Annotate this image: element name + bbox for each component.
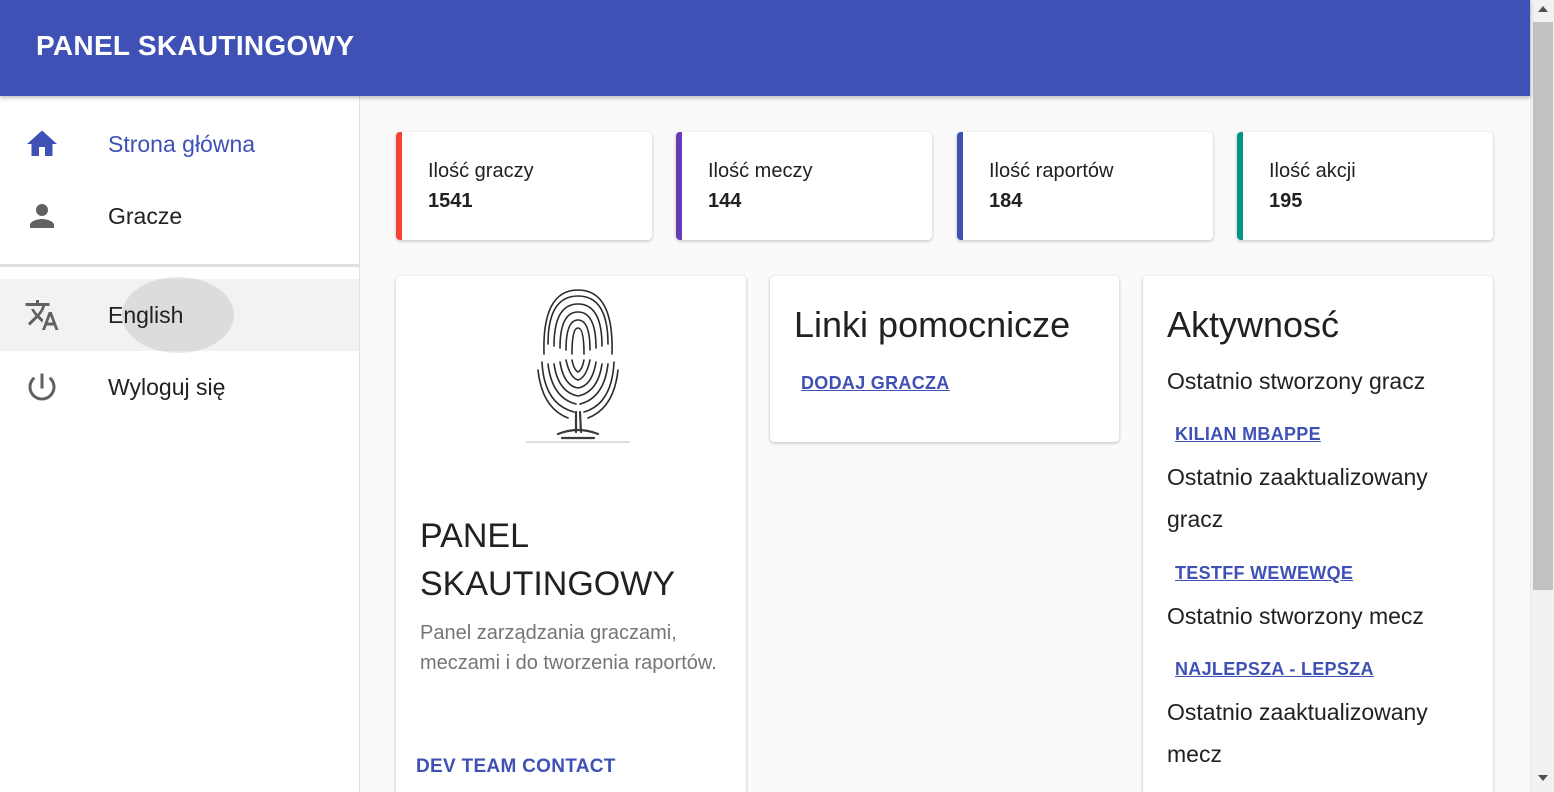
panel-title: PANEL SKAUTINGOWY (420, 517, 676, 603)
power-icon (24, 369, 60, 405)
stat-accent-bar (1237, 132, 1243, 240)
stat-accent-bar (396, 132, 402, 240)
scroll-up-arrow-icon[interactable] (1538, 6, 1548, 12)
sidebar-item-label: Strona główna (108, 131, 256, 157)
stat-accent-bar (676, 132, 682, 240)
last-updated-player-link[interactable]: TESTFF WEWEWQE (1175, 563, 1353, 584)
stat-value: 184 (989, 190, 1023, 212)
stat-label: Ilość graczy (428, 160, 534, 182)
scroll-down-arrow-icon[interactable] (1538, 775, 1548, 781)
dev-team-contact-button[interactable]: DEV TEAM CONTACT (416, 756, 616, 778)
stat-value: 1541 (428, 190, 473, 212)
sidebar-item-language[interactable]: English (0, 277, 359, 353)
activity-card: Aktywnosć Ostatnio stworzony gracz KILIA… (1143, 276, 1493, 792)
sidebar-item-label: English (108, 302, 184, 328)
stat-label: Ilość raportów (989, 160, 1114, 182)
sidebar-item-label: Gracze (108, 203, 183, 229)
panel-description: Panel zarządzania graczami, meczami i do… (420, 622, 717, 674)
page-scrollbar[interactable] (1530, 0, 1554, 792)
stat-label: Ilość meczy (708, 160, 813, 182)
last-created-player-link[interactable]: KILIAN MBAPPE (1175, 424, 1321, 445)
sidebar: Strona główna Gracze English Wyloguj się (0, 96, 360, 792)
last-created-match-link[interactable]: NAJLEPSZA - LEPSZA (1175, 659, 1374, 680)
stat-card-players: Ilość graczy 1541 (396, 132, 652, 240)
stat-value: 195 (1269, 190, 1303, 212)
sidebar-item-home[interactable]: Strona główna (0, 108, 359, 180)
app-title: PANEL SKAUTINGOWY (36, 30, 355, 61)
translate-icon (24, 297, 60, 333)
main-content: Ilość graczy 1541 Ilość meczy 144 Ilość … (360, 96, 1530, 792)
scrollbar-thumb[interactable] (1533, 22, 1553, 590)
activity-label-last-created-player: Ostatnio stworzony gracz (1167, 368, 1426, 394)
stat-value: 144 (708, 190, 742, 212)
activity-label-last-updated-player: Ostatnio zaaktualizowany gracz (1167, 464, 1428, 532)
helper-links-title: Linki pomocnicze (794, 304, 1071, 345)
helper-links-card: Linki pomocnicze DODAJ GRACZA (770, 276, 1119, 442)
panel-info-card: PANEL SKAUTINGOWY Panel zarządzania grac… (396, 276, 746, 792)
person-icon (24, 198, 60, 234)
stat-card-reports: Ilość raportów 184 (957, 132, 1213, 240)
sidebar-item-label: Wyloguj się (108, 374, 226, 400)
activity-label-last-updated-match: Ostatnio zaaktualizowany mecz (1167, 699, 1428, 767)
sidebar-divider (0, 264, 359, 267)
activity-label-last-created-match: Ostatnio stworzony mecz (1167, 603, 1424, 629)
stat-accent-bar (957, 132, 963, 240)
add-player-link[interactable]: DODAJ GRACZA (801, 373, 950, 394)
app-bar: PANEL SKAUTINGOWY (0, 0, 1530, 96)
activity-title: Aktywnosć (1167, 304, 1340, 345)
stat-card-actions: Ilość akcji 195 (1237, 132, 1493, 240)
stat-label: Ilość akcji (1269, 160, 1356, 182)
sidebar-item-players[interactable]: Gracze (0, 180, 359, 252)
stat-card-matches: Ilość meczy 144 (676, 132, 932, 240)
sidebar-item-logout[interactable]: Wyloguj się (0, 351, 359, 423)
home-icon (24, 126, 60, 162)
fingerprint-image (526, 289, 630, 443)
